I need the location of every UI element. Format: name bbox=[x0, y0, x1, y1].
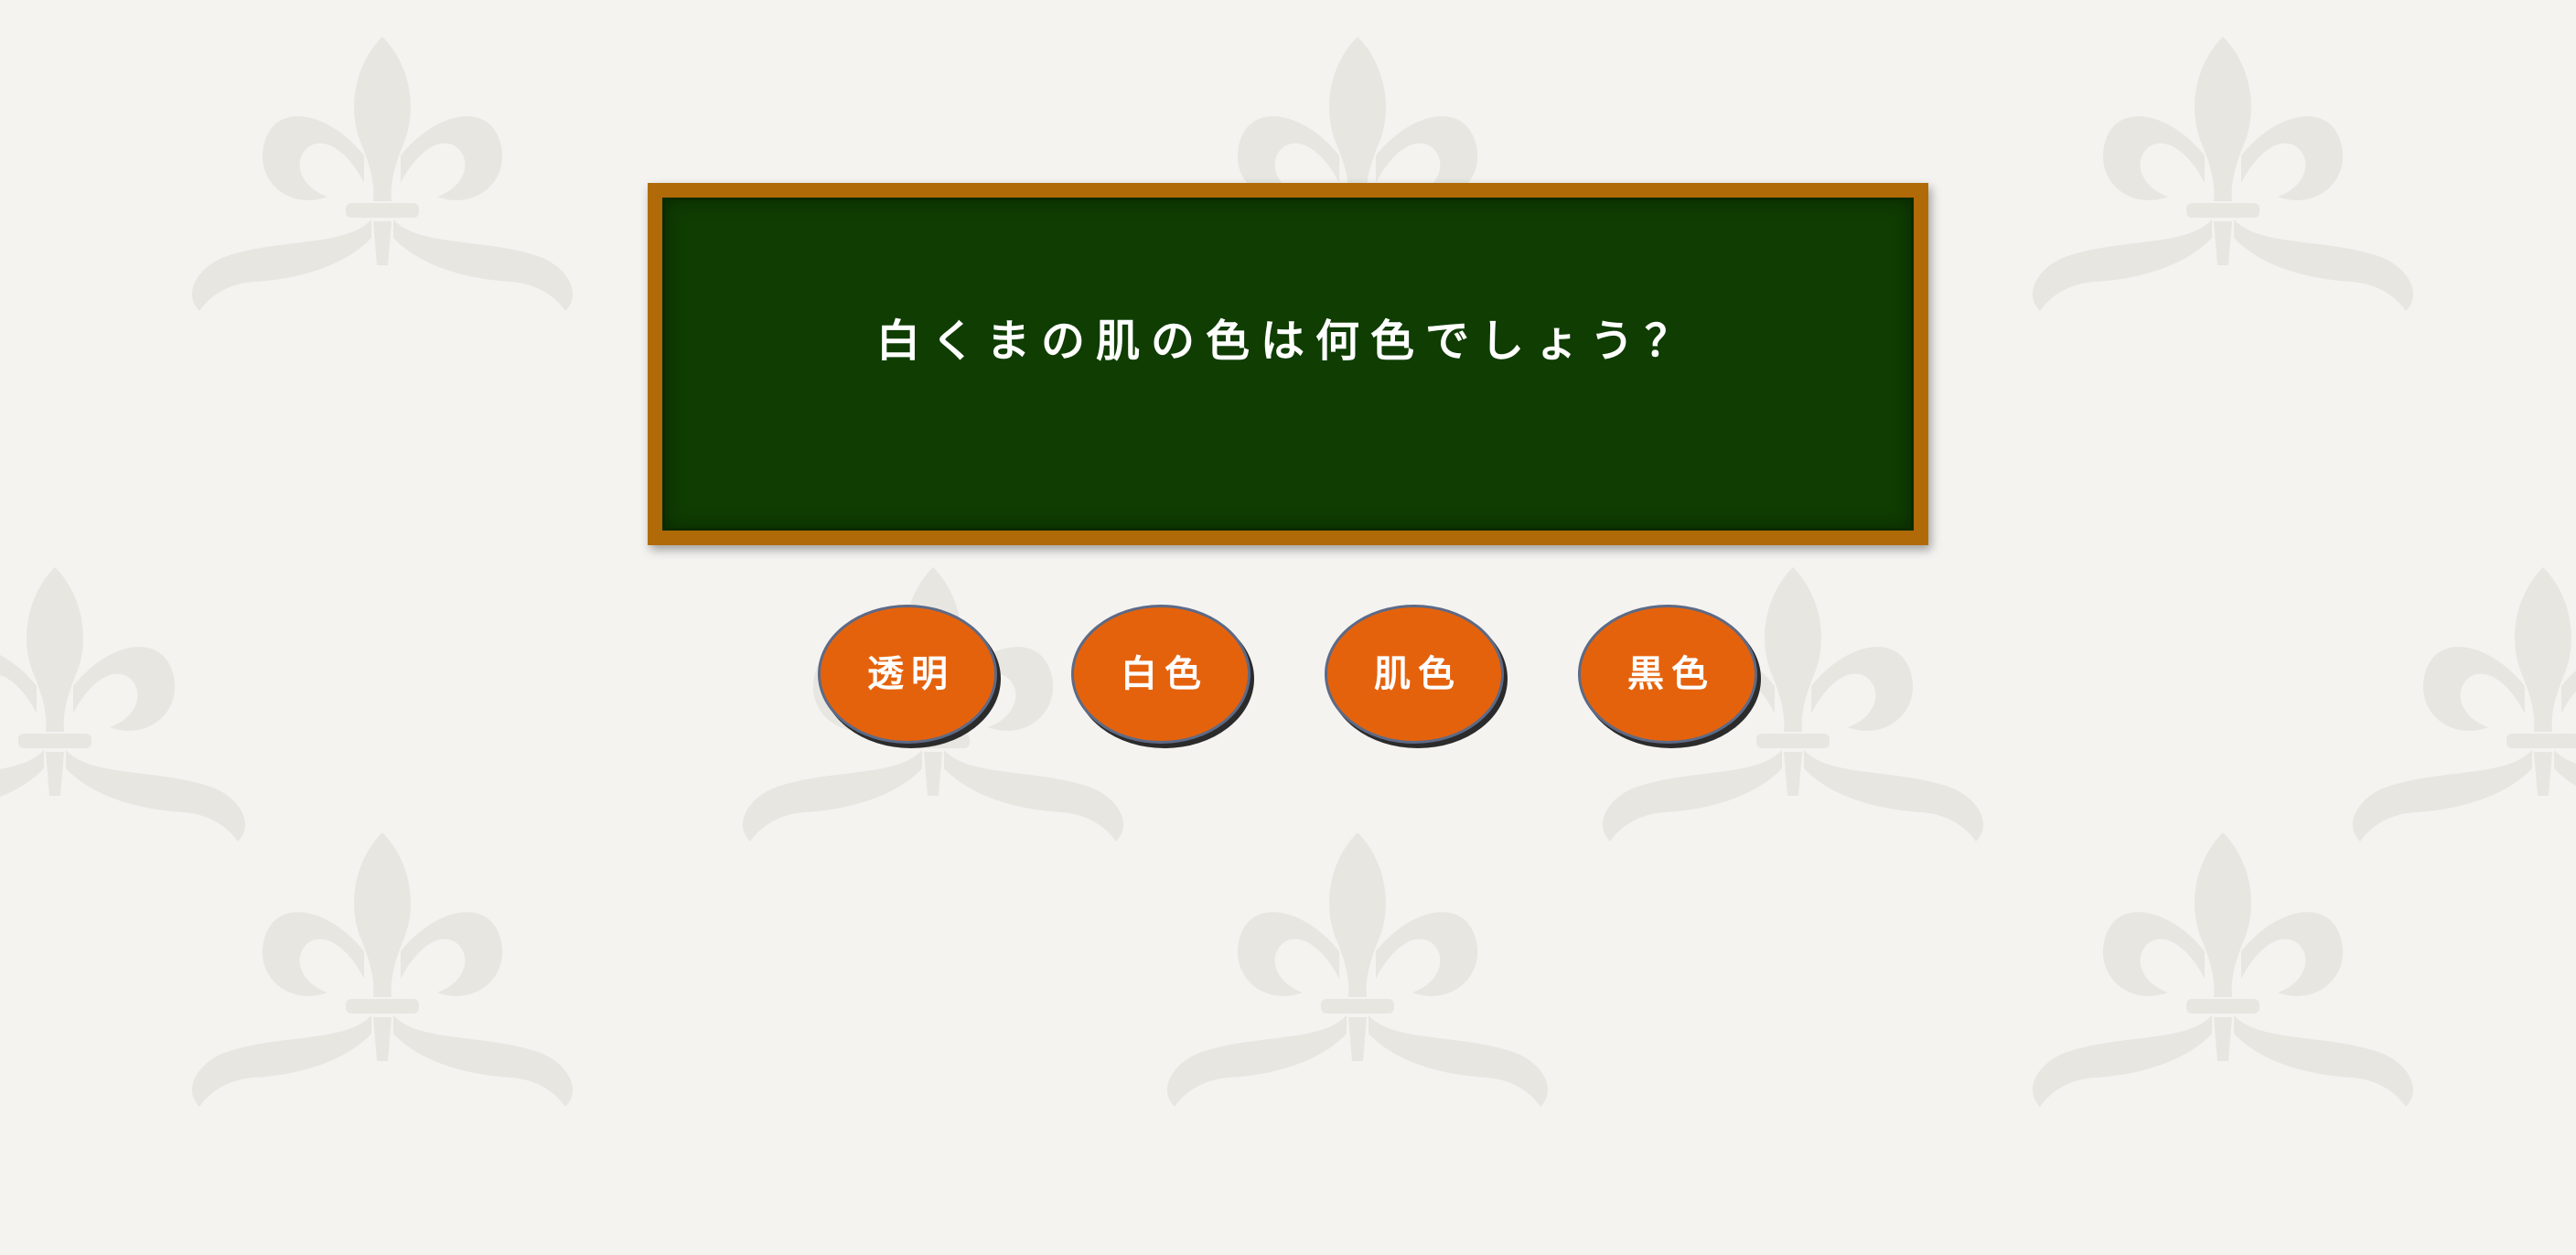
answer-button-2[interactable]: 白色 bbox=[1071, 605, 1250, 744]
question-board: 白くまの肌の色は何色でしょう？ bbox=[648, 183, 1928, 545]
question-text: 白くまの肌の色は何色でしょう？ bbox=[875, 316, 1700, 367]
answer-button-3[interactable]: 肌色 bbox=[1325, 605, 1504, 744]
board-surface: 白くまの肌の色は何色でしょう？ bbox=[662, 198, 1914, 531]
answer-button-4[interactable]: 黒色 bbox=[1578, 605, 1757, 744]
answer-button-1[interactable]: 透明 bbox=[818, 605, 997, 744]
